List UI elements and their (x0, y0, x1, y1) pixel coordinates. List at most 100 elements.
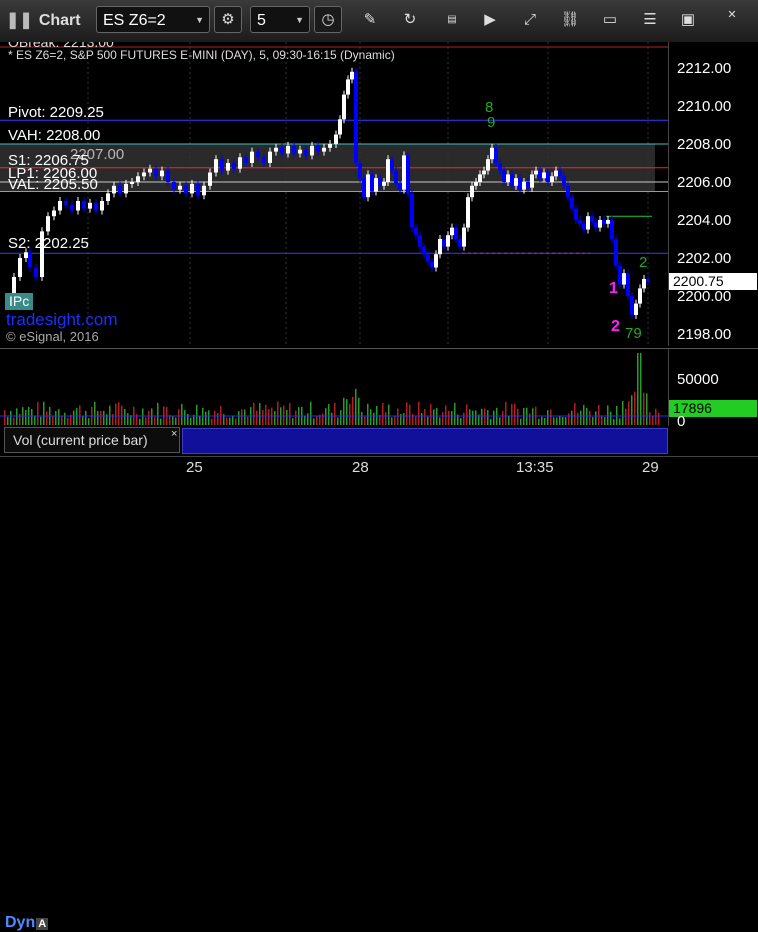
candle-body (70, 204, 74, 211)
candle-body (590, 216, 594, 222)
price-tick: 2200.00 (677, 288, 732, 305)
interval-input[interactable]: 5 ▼ (250, 6, 310, 33)
price-tick: 2198.00 (677, 326, 732, 343)
volume-bar (235, 418, 237, 425)
candle-body (220, 159, 224, 171)
volume-bar (610, 411, 612, 425)
close-icon[interactable]: ✕ (720, 4, 744, 28)
clock-icon[interactable]: ◷ (314, 6, 342, 33)
symbol-settings-icon[interactable]: ⚙ (214, 6, 242, 33)
volume-bar (292, 418, 294, 425)
volume-bar (589, 410, 591, 425)
volume-bar (316, 415, 318, 425)
volume-pane[interactable] (0, 348, 668, 427)
candle-body (498, 163, 502, 171)
candle-body (414, 227, 418, 236)
volume-bar (472, 410, 474, 425)
candle-body (570, 197, 574, 209)
volume-bar (25, 410, 27, 425)
volume-bar (358, 397, 360, 425)
sequence-9: 9 (487, 114, 496, 131)
volume-bar (142, 408, 144, 425)
volume-bar (469, 409, 471, 425)
study-input-area[interactable] (182, 428, 668, 454)
candle-body (478, 174, 482, 182)
candle-body (124, 183, 128, 194)
cursor-icon[interactable]: ⤢ (518, 9, 542, 33)
sequence-2: 2 (639, 254, 648, 271)
volume-bar (157, 402, 159, 425)
close-icon[interactable]: × (171, 428, 177, 440)
volume-bar (532, 408, 534, 425)
candle-body (280, 147, 284, 154)
get-data-icon[interactable]: ▤ (440, 9, 464, 33)
candle-body (310, 145, 314, 156)
candle-body (482, 170, 486, 175)
candle-body (378, 178, 382, 186)
scale-toggle-icon[interactable]: A (36, 918, 49, 930)
volume-bar (574, 402, 576, 425)
chevron-down-icon[interactable]: ▼ (295, 7, 304, 34)
candle-body (370, 174, 374, 192)
candle-body (366, 174, 370, 198)
chevron-down-icon[interactable]: ▼ (195, 7, 204, 34)
candle-body (542, 172, 546, 179)
candle-body (58, 201, 62, 211)
volume-bar (592, 417, 594, 425)
comment-icon[interactable]: ▭ (598, 9, 622, 33)
copyright-text: © eSignal, 2016 (6, 329, 99, 344)
candle-body (446, 235, 450, 247)
time-axis[interactable]: Dyn A 25 28 13:35 29 (0, 456, 758, 931)
volume-bar (484, 408, 486, 425)
volume-bar (421, 412, 423, 425)
volume-bar (601, 415, 603, 425)
link-icon[interactable]: ⛓ (558, 9, 582, 33)
volume-bar (448, 410, 450, 425)
candle-body (438, 239, 442, 255)
dynamic-scale-button[interactable]: Dyn A (5, 914, 49, 932)
time-label: 29 (642, 459, 659, 476)
play-icon[interactable]: ▶ (478, 9, 502, 33)
volume-bar (52, 415, 54, 425)
price-chart[interactable]: OBreak: 2213.00 * ES Z6=2, S&P 500 FUTUR… (0, 42, 668, 346)
pencil-icon[interactable]: ✎ (358, 9, 382, 33)
volume-bar (604, 417, 606, 425)
price-axis[interactable]: 2212.00 2210.00 2208.00 2206.00 2204.00 … (668, 42, 758, 346)
volume-bar (61, 416, 63, 425)
volume-bar (211, 418, 213, 425)
price-tick: 2208.00 (677, 136, 732, 153)
volume-bar (37, 402, 39, 425)
volume-bar (439, 417, 441, 425)
candle-body (184, 185, 188, 194)
volume-bar (424, 408, 426, 425)
volume-bar (415, 416, 417, 425)
volume-bar (508, 415, 510, 425)
volume-bar (256, 410, 258, 425)
candle-body (232, 163, 236, 169)
candle-body (626, 273, 630, 296)
candle-body (358, 163, 362, 179)
volume-bar (520, 418, 522, 425)
volume-bar (313, 418, 315, 425)
study-label[interactable]: Vol (current price bar) (4, 427, 180, 453)
volume-bar (94, 401, 96, 425)
volume-bar (598, 404, 600, 425)
menu-icon[interactable]: ☰ (638, 9, 662, 33)
volume-bar (10, 411, 12, 425)
volume-bar (397, 408, 399, 425)
volume-bar (76, 408, 78, 425)
window-icon[interactable]: ▣ (676, 9, 700, 33)
volume-bar (283, 405, 285, 425)
candle-body (510, 174, 514, 186)
symbol-input[interactable]: ES Z6=2 ▼ (96, 6, 210, 33)
window-title-text: Chart (38, 12, 81, 29)
refresh-icon[interactable]: ↻ (398, 9, 422, 33)
volume-bar (364, 416, 366, 425)
candle-body (642, 278, 646, 289)
volume-axis[interactable]: 50000 17896 0 (668, 348, 758, 430)
volume-bar (634, 391, 636, 425)
pause-icon[interactable]: ❚❚ (6, 10, 33, 30)
volume-bar (175, 417, 177, 425)
candle-body (214, 159, 218, 173)
volume-bar (517, 408, 519, 425)
